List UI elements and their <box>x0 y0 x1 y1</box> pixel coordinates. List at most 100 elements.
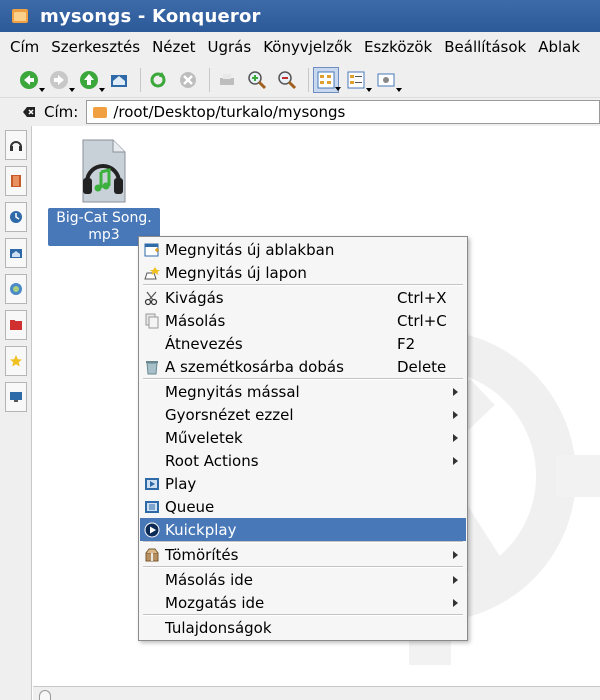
zoom-in-button[interactable] <box>244 67 270 93</box>
menu-root-actions[interactable]: Root Actions <box>140 449 466 472</box>
menu-preview-in[interactable]: Gyorsnézet ezzel <box>140 403 466 426</box>
menu-label: Mozgatás ide <box>165 593 265 612</box>
file-item[interactable]: Big-Cat Song. mp3 <box>48 138 160 246</box>
clear-location-icon[interactable] <box>22 106 36 118</box>
menu-szerkesztes[interactable]: Szerkesztés <box>51 38 140 56</box>
toolbar-separator <box>209 67 210 92</box>
menu-label: Kuickplay <box>165 520 237 539</box>
new-window-icon <box>144 243 159 257</box>
sidebar-tab-network[interactable] <box>5 274 27 304</box>
icon-view-button[interactable] <box>313 66 341 93</box>
sidebar-tab-services[interactable] <box>5 382 27 412</box>
archive-icon <box>145 548 159 562</box>
menu-copy[interactable]: Másolás Ctrl+C <box>140 309 466 332</box>
sidebar-tab-home[interactable] <box>5 238 27 268</box>
scissors-icon <box>144 291 158 306</box>
kuickplay-icon <box>144 522 160 538</box>
main-toolbar <box>0 62 600 98</box>
submenu-arrow-icon <box>453 599 458 607</box>
menu-label: Megnyitás új lapon <box>165 263 307 282</box>
zoom-out-button[interactable] <box>274 67 300 93</box>
menu-play[interactable]: Play <box>140 472 466 495</box>
menu-kuickplay[interactable]: Kuickplay <box>140 518 466 541</box>
play-icon <box>145 478 159 490</box>
title-bar[interactable]: mysongs - Konqueror <box>0 0 600 32</box>
home-button[interactable] <box>106 67 132 93</box>
sidebar-tab-media-player[interactable] <box>5 130 27 160</box>
network-icon <box>10 283 22 295</box>
menu-label: Play <box>165 474 197 493</box>
menu-label: Tulajdonságok <box>165 618 272 637</box>
menu-label: Megnyitás új ablakban <box>165 240 335 259</box>
menu-label: Másolás ide <box>165 570 253 589</box>
print-icon <box>220 73 234 85</box>
menu-bar: Cím Szerkesztés Nézet Ugrás Könyvjelzők … <box>0 32 600 62</box>
navigation-panel-tabs <box>0 126 32 700</box>
menu-label: Megnyitás mással <box>165 382 300 401</box>
sidebar-tab-favorites[interactable] <box>5 346 27 376</box>
reload-icon <box>150 71 166 87</box>
menu-copy-to[interactable]: Másolás ide <box>140 568 466 591</box>
up-button[interactable] <box>76 67 105 93</box>
menu-label: Műveletek <box>165 428 243 447</box>
submenu-arrow-icon <box>453 457 458 465</box>
zoom-out-icon <box>278 70 297 89</box>
menu-shortcut: Ctrl+X <box>397 288 447 307</box>
file-name-line1: Big-Cat Song. <box>56 210 152 226</box>
submenu-arrow-icon <box>453 411 458 419</box>
menu-move-to-trash[interactable]: A szemétkosárba dobás Delete <box>140 355 466 378</box>
submenu-arrow-icon <box>453 388 458 396</box>
menu-eszkozok[interactable]: Eszközök <box>364 38 432 56</box>
menu-label: Átnevezés <box>165 334 243 353</box>
location-bar: Cím: /root/Desktop/turkalo/mysongs <box>0 98 600 126</box>
menu-konyvjelzok[interactable]: Könyvjelzők <box>263 38 352 56</box>
forward-button[interactable] <box>46 67 75 93</box>
stop-icon <box>180 71 196 88</box>
sidebar-tab-bookmarks[interactable] <box>5 166 27 196</box>
menu-ablak[interactable]: Ablak <box>538 38 580 56</box>
toolbar-separator <box>140 67 141 92</box>
back-button[interactable] <box>16 67 45 93</box>
konqueror-app-icon <box>12 9 28 23</box>
menu-move-to[interactable]: Mozgatás ide <box>140 591 466 614</box>
star-icon <box>10 355 22 367</box>
menu-nezet[interactable]: Nézet <box>152 38 195 56</box>
menu-label: Root Actions <box>165 451 259 470</box>
menu-rename[interactable]: Átnevezés F2 <box>140 332 466 355</box>
tree-view-icon <box>347 71 365 88</box>
zoom-in-icon <box>248 70 267 89</box>
location-label: Cím: <box>44 103 79 121</box>
image-preview-icon <box>377 73 395 86</box>
print-button[interactable] <box>214 67 240 93</box>
menu-open-new-tab[interactable]: Megnyitás új lapon <box>140 261 466 284</box>
submenu-arrow-icon <box>453 576 458 584</box>
menu-beallitasok[interactable]: Beállítások <box>444 38 526 56</box>
menu-cim[interactable]: Cím <box>10 38 39 56</box>
menu-label: Másolás <box>165 311 226 330</box>
sidebar-tab-history[interactable] <box>5 202 27 232</box>
back-arrow-icon <box>20 70 38 89</box>
sidebar-tab-root-folder[interactable] <box>5 310 27 340</box>
queue-icon <box>145 501 159 513</box>
headphones-icon <box>10 141 22 151</box>
preview-view-button[interactable] <box>373 67 402 93</box>
menu-label: A szemétkosárba dobás <box>165 357 344 376</box>
menu-compress[interactable]: Tömörítés <box>140 543 466 566</box>
menu-label: Tömörítés <box>165 545 239 564</box>
monitor-icon <box>10 392 22 402</box>
menu-queue[interactable]: Queue <box>140 495 466 518</box>
menu-ugras[interactable]: Ugrás <box>208 38 252 56</box>
menu-cut[interactable]: Kivágás Ctrl+X <box>140 286 466 309</box>
menu-shortcut: Ctrl+C <box>397 311 447 330</box>
reload-button[interactable] <box>145 67 171 93</box>
menu-open-new-window[interactable]: Megnyitás új ablakban <box>140 238 466 261</box>
stop-button[interactable] <box>175 67 201 93</box>
menu-properties[interactable]: Tulajdonságok <box>140 616 466 639</box>
tree-view-button[interactable] <box>343 67 372 93</box>
menu-actions[interactable]: Műveletek <box>140 426 466 449</box>
location-input[interactable]: /root/Desktop/turkalo/mysongs <box>86 100 600 124</box>
toolbar-separator <box>308 67 309 92</box>
menu-shortcut: F2 <box>397 334 416 353</box>
submenu-arrow-icon <box>453 434 458 442</box>
menu-open-with[interactable]: Megnyitás mással <box>140 380 466 403</box>
